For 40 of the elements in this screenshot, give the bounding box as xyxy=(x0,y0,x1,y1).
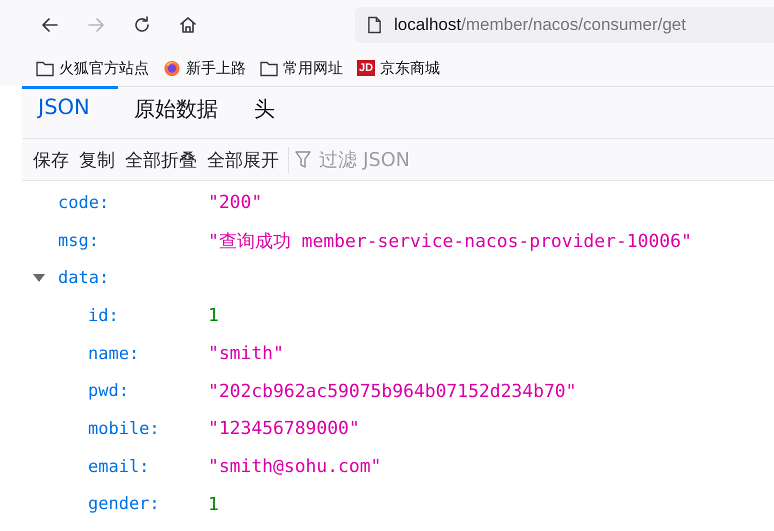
bookmark[interactable]: JD 京东商城 xyxy=(357,58,440,78)
json-key: code: xyxy=(58,192,110,213)
json-key: gender: xyxy=(88,494,160,514)
json-key: mobile: xyxy=(88,418,160,439)
home-icon[interactable] xyxy=(178,15,198,35)
toolbar-button[interactable]: 复制 xyxy=(74,148,120,172)
expand-triangle-icon[interactable] xyxy=(33,273,45,284)
reload-icon[interactable] xyxy=(132,15,152,35)
json-key: name: xyxy=(88,344,140,364)
filter-field[interactable]: 过滤 JSON xyxy=(295,148,481,172)
json-key: id: xyxy=(88,306,119,326)
json-value: "smith" xyxy=(208,343,284,364)
bookmark[interactable]: 新手上路 xyxy=(163,58,246,78)
json-value: "202cb962ac59075b964b07152d234b70" xyxy=(208,380,576,402)
jd-logo: JD xyxy=(357,60,376,76)
json-value: 1 xyxy=(208,494,219,515)
json-value: "123456789000" xyxy=(208,418,360,440)
bookmark[interactable]: 火狐官方站点 xyxy=(36,58,149,78)
bookmark[interactable]: 常用网址 xyxy=(260,58,343,78)
json-key: pwd: xyxy=(88,381,129,402)
tab[interactable]: JSON xyxy=(22,86,118,132)
tab[interactable]: 头 xyxy=(238,86,295,132)
page-icon xyxy=(367,16,382,34)
json-key: data: xyxy=(58,268,110,288)
json-value: "smith@sohu.com" xyxy=(208,456,382,478)
folder-icon xyxy=(36,60,54,76)
toolbar-button[interactable]: 全部折叠 xyxy=(120,148,202,172)
filter-icon xyxy=(295,150,311,168)
json-key: email: xyxy=(88,456,150,477)
fox-globe-icon xyxy=(163,60,181,76)
json-value: "查询成功 member-service-nacos-provider-10006" xyxy=(208,230,692,253)
json-value: "200" xyxy=(208,192,262,214)
address-bar[interactable]: localhost/member/nacos/consumer/get xyxy=(355,7,774,43)
json-value: 1 xyxy=(208,305,219,326)
folder-icon xyxy=(260,60,278,76)
json-key: msg: xyxy=(58,230,99,251)
tab[interactable]: 原始数据 xyxy=(118,86,238,132)
back-arrow-icon[interactable] xyxy=(40,15,60,35)
toolbar-button[interactable]: 全部展开 xyxy=(202,148,284,172)
toolbar-button[interactable]: 保存 xyxy=(28,148,74,172)
